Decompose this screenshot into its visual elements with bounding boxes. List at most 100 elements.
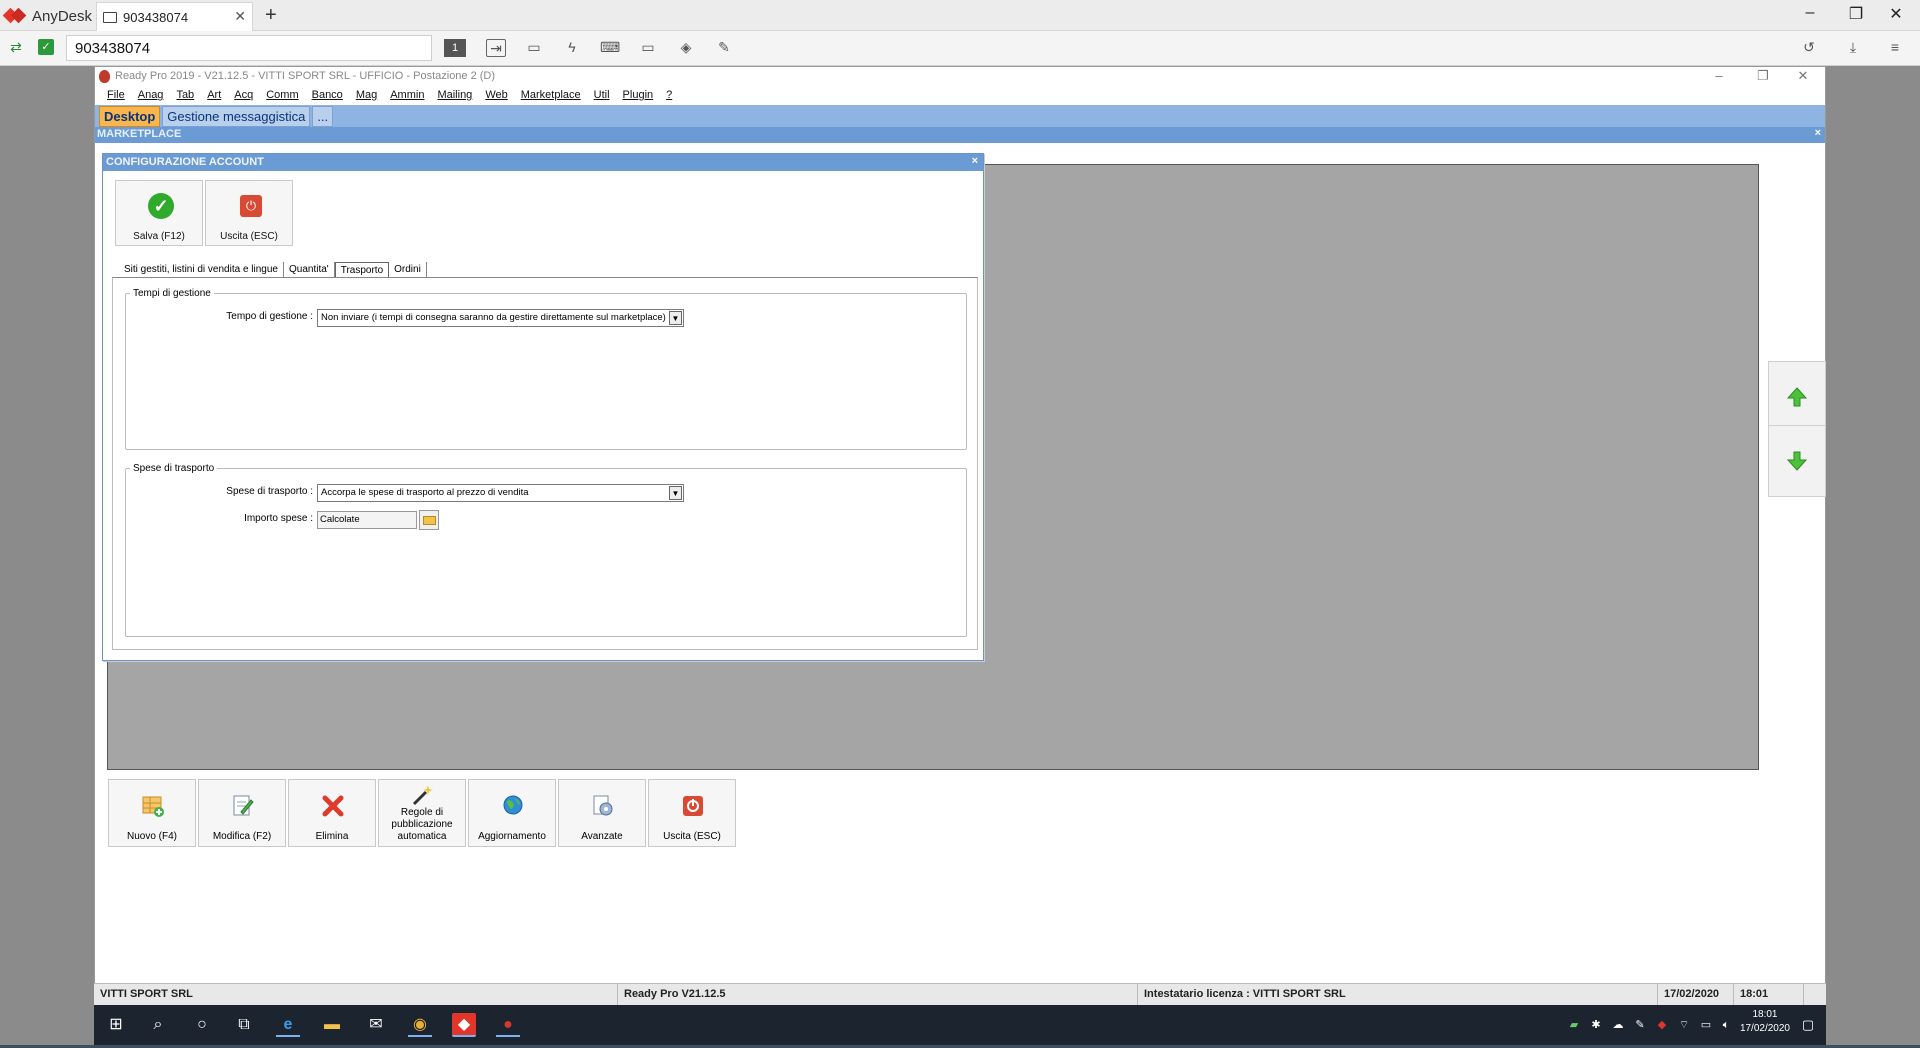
mail-icon[interactable]: ✉: [364, 1013, 388, 1037]
session-tab-title: 903438074: [123, 9, 189, 25]
tray-security-icon[interactable]: ✎: [1628, 1013, 1652, 1037]
menu-mag[interactable]: Mag: [350, 87, 384, 105]
tray-nvidia-icon[interactable]: ▰: [1562, 1013, 1586, 1037]
spese-trasporto-select[interactable]: Accorpa le spese di trasporto al prezzo …: [317, 484, 684, 502]
new-grid-icon: [142, 796, 164, 817]
menu-web[interactable]: Web: [479, 87, 514, 105]
gear-icon: [593, 795, 613, 816]
menu-marketplace[interactable]: Marketplace: [515, 87, 588, 105]
move-up-button[interactable]: [1768, 361, 1826, 433]
spese-label: Spese di trasporto :: [226, 486, 313, 497]
monitor-icon: [103, 11, 117, 23]
history-icon[interactable]: ↺: [1799, 39, 1819, 57]
status-company: VITTI SPORT SRL: [94, 984, 618, 1006]
update-label: Aggiornamento: [478, 831, 546, 842]
edit-button[interactable]: Modifica (F2): [198, 779, 286, 847]
menu-anag[interactable]: Anag: [132, 87, 171, 105]
advanced-label: Avanzate: [581, 831, 623, 842]
edit-icon: [233, 795, 254, 816]
update-button[interactable]: Aggiornamento: [468, 779, 556, 847]
cortana-icon[interactable]: ○: [190, 1013, 214, 1037]
tab-quantita[interactable]: Quantita': [284, 262, 335, 278]
tray-wifi-icon[interactable]: ⌔: [1672, 1013, 1696, 1037]
menu-plugin[interactable]: Plugin: [617, 87, 661, 105]
exit-button[interactable]: ⏻ Uscita (ESC): [205, 180, 293, 246]
anydesk-taskbar-icon[interactable]: ◆: [452, 1013, 476, 1037]
tray-clock-date: 17/02/2020: [1739, 1023, 1790, 1034]
chevron-down-icon[interactable]: ▼: [669, 311, 682, 325]
chrome-icon[interactable]: ◉: [408, 1013, 432, 1037]
minimize-button[interactable]: –: [1790, 4, 1830, 22]
rp-minimize-button[interactable]: –: [1701, 68, 1737, 83]
tray-cloud-icon[interactable]: ☁: [1606, 1013, 1630, 1037]
menu-file[interactable]: File: [101, 87, 132, 105]
tempo-gestione-select[interactable]: Non inviare (i tempi di consegna saranno…: [317, 309, 684, 327]
connection-status-icon[interactable]: ⇄: [6, 39, 26, 57]
tempo-value: Non inviare (i tempi di consegna saranno…: [321, 312, 666, 323]
auto-publish-rules-button[interactable]: Regole di pubblicazione automatica: [378, 779, 466, 847]
menu-comm[interactable]: Comm: [260, 87, 305, 105]
close-window-button[interactable]: ✕: [1876, 4, 1916, 24]
download-icon[interactable]: ⤓: [1843, 39, 1863, 57]
menu-util[interactable]: Util: [588, 87, 617, 105]
anydesk-logo-icon: [2, 7, 27, 25]
menu-tab[interactable]: Tab: [170, 87, 201, 105]
exit-icon: ⏻: [240, 195, 262, 217]
whiteboard-pen-icon[interactable]: ✎: [714, 39, 734, 57]
readypro-title: Ready Pro 2019 - V21.12.5 - VITTI SPORT …: [115, 70, 496, 82]
restore-button[interactable]: ❐: [1836, 4, 1876, 24]
menu-mailing[interactable]: Mailing: [431, 87, 479, 105]
menu-ammin[interactable]: Ammin: [384, 87, 431, 105]
chat-icon[interactable]: ▭: [524, 39, 544, 57]
monitor-select-icon[interactable]: 1: [444, 39, 466, 57]
list-exit-button[interactable]: Uscita (ESC): [648, 779, 736, 847]
anydesk-toolbar: ⇄ ✓ 903438074 1 ⇥ ▭ ϟ ⌨ ▭ ◈ ✎ ↺ ⤓ ≡: [0, 31, 1920, 66]
address-field[interactable]: 903438074: [66, 35, 432, 61]
chevron-down-icon[interactable]: ▼: [669, 486, 682, 500]
tab-trasporto[interactable]: Trasporto: [334, 262, 390, 278]
delete-button[interactable]: Elimina: [288, 779, 376, 847]
status-time: 18:01: [1734, 984, 1804, 1006]
tray-volume-icon[interactable]: 🔈︎: [1714, 1013, 1738, 1037]
tray-network-icon[interactable]: ✱: [1584, 1013, 1608, 1037]
importo-browse-button[interactable]: [419, 510, 439, 530]
start-windows-icon[interactable]: ⊞: [104, 1013, 128, 1037]
switch-sides-icon[interactable]: ⇥: [486, 39, 506, 57]
menu-acq[interactable]: Acq: [228, 87, 260, 105]
readypro-taskbar-icon[interactable]: ●: [496, 1013, 520, 1037]
tray-anydesk-icon[interactable]: ◆: [1650, 1013, 1674, 1037]
dialog-close-icon[interactable]: ×: [972, 155, 978, 167]
task-view-icon[interactable]: ⧉: [232, 1013, 256, 1037]
menu-help[interactable]: ?: [660, 87, 679, 105]
desk-tab-messaggistica[interactable]: Gestione messaggistica: [162, 105, 311, 127]
list-exit-label: Uscita (ESC): [663, 831, 721, 842]
actions-lightning-icon[interactable]: ϟ: [562, 39, 582, 57]
advanced-button[interactable]: Avanzate: [558, 779, 646, 847]
importo-spese-field[interactable]: Calcolate: [317, 511, 417, 529]
permissions-shield-icon[interactable]: ◈: [676, 39, 696, 57]
action-center-icon[interactable]: ▢: [1796, 1013, 1820, 1037]
menu-icon[interactable]: ≡: [1885, 39, 1905, 57]
new-button[interactable]: Nuovo (F4): [108, 779, 196, 847]
tempo-label: Tempo di gestione :: [226, 311, 313, 322]
move-down-button[interactable]: [1768, 425, 1826, 497]
marketplace-close-icon[interactable]: ×: [1815, 127, 1821, 139]
edge-browser-icon[interactable]: e: [276, 1013, 300, 1037]
tray-clock[interactable]: 18:01 17/02/2020: [1740, 1008, 1790, 1036]
desk-tab-more[interactable]: ...: [312, 105, 334, 127]
session-tab[interactable]: 903438074 ✕: [96, 2, 253, 31]
tab-ordini[interactable]: Ordini: [389, 262, 427, 278]
new-tab-button[interactable]: +: [265, 4, 277, 27]
rp-close-button[interactable]: ✕: [1785, 68, 1821, 84]
desk-tab-desktop[interactable]: Desktop: [99, 105, 161, 127]
menu-art[interactable]: Art: [201, 87, 228, 105]
tab-siti-gestiti[interactable]: Siti gestiti, listini di vendita e lingu…: [119, 262, 284, 278]
rp-restore-button[interactable]: ❐: [1745, 68, 1781, 84]
menu-banco[interactable]: Banco: [306, 87, 350, 105]
file-explorer-icon[interactable]: ▬: [320, 1013, 344, 1037]
save-button[interactable]: ✓ Salva (F12): [115, 180, 203, 246]
keyboard-icon[interactable]: ⌨: [600, 39, 620, 57]
close-tab-icon[interactable]: ✕: [234, 8, 246, 25]
display-icon[interactable]: ▭: [638, 39, 658, 57]
search-icon[interactable]: ⌕: [146, 1013, 170, 1037]
